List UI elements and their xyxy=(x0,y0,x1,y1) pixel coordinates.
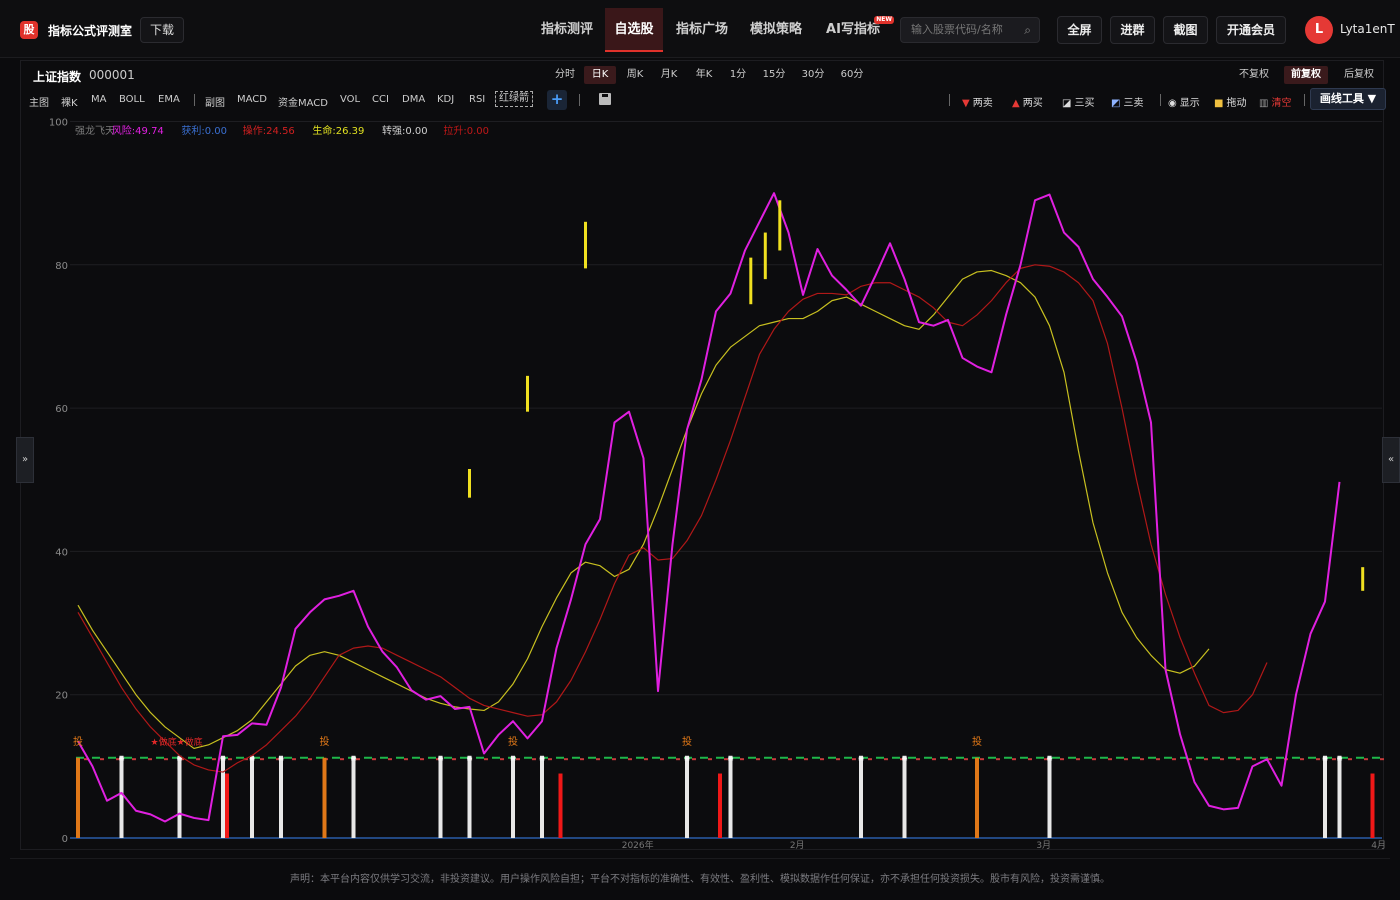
legend-item: 拉升:0.00 xyxy=(443,124,489,137)
signal-bar-label: ≡ xyxy=(437,754,444,763)
series-line-操作 xyxy=(77,264,1268,773)
signal-bar-red xyxy=(225,773,229,838)
annotation-bottom: ★做底★做底 xyxy=(151,736,203,748)
signal-bar-orange xyxy=(322,757,327,838)
signal-bar-white xyxy=(859,755,863,838)
signal-label-tou: 投 xyxy=(320,735,330,748)
signal-bar-red xyxy=(1370,773,1375,838)
signal-bar-label: ≡ xyxy=(118,754,125,763)
signal-bar-red xyxy=(718,773,722,838)
signal-bar-yellow xyxy=(749,257,753,305)
signal-bar-white xyxy=(351,755,356,838)
signal-bar-orange xyxy=(975,757,979,838)
signal-bar-label: ≡ xyxy=(727,754,734,763)
signal-bar-label: ≡ xyxy=(901,754,908,763)
signal-bar-white xyxy=(250,755,254,838)
signal-bar-yellow xyxy=(584,221,587,269)
signal-bar-label: ≡ xyxy=(510,754,517,763)
signal-bar-white xyxy=(221,755,225,838)
legend-item: 转强:0.00 xyxy=(382,124,428,137)
signal-bar-white xyxy=(728,755,733,838)
signal-bar-white xyxy=(1323,755,1327,838)
signal-bar-label: ≡ xyxy=(684,754,691,763)
signal-bar-white xyxy=(540,755,544,838)
y-tick-label: 100 xyxy=(49,118,68,129)
signal-bar-white xyxy=(467,755,472,838)
signal-bar-white xyxy=(685,755,689,838)
signal-label-tou: 投 xyxy=(682,735,692,748)
signal-bar-white xyxy=(1337,755,1342,838)
y-tick-label: 40 xyxy=(55,547,68,558)
y-tick-label: 80 xyxy=(55,261,68,272)
legend-item: 强龙飞天 xyxy=(75,124,115,137)
legend-item: 操作:24.56 xyxy=(243,124,295,137)
signal-bar-white xyxy=(438,755,443,838)
signal-label-tou: 投 xyxy=(73,735,83,748)
x-tick-label: 2月 xyxy=(790,840,805,851)
signal-label-tou: 投 xyxy=(508,735,518,748)
x-tick-label: 4月 xyxy=(1371,840,1386,851)
signal-bar-label: ≡ xyxy=(1336,754,1343,763)
y-tick-label: 0 xyxy=(62,834,68,845)
signal-bar-orange xyxy=(76,757,80,838)
signal-bar-white xyxy=(279,755,283,838)
series-line-风险 xyxy=(77,192,1341,823)
signal-bar-yellow xyxy=(763,232,767,280)
legend-item: 风险:49.74 xyxy=(112,124,164,137)
series-line-生命 xyxy=(77,269,1210,750)
signal-bar-label: ≡ xyxy=(539,754,546,763)
signal-bar-red xyxy=(558,773,563,838)
signal-bar-white xyxy=(1047,755,1052,838)
x-tick-label: 3月 xyxy=(1036,840,1051,851)
legend-item: 生命:26.39 xyxy=(312,124,364,137)
signal-bar-yellow xyxy=(1361,567,1365,591)
signal-bar-label: ≡ xyxy=(1322,754,1329,763)
disclaimer: 声明：本平台内容仅供学习交流，非投资建议。用户操作风险自担；平台不对指标的准确性… xyxy=(290,874,1110,885)
legend-item: 获利:0.00 xyxy=(181,125,227,137)
x-tick-label: 2026年 xyxy=(622,839,654,851)
signal-bar-label: ≡ xyxy=(278,754,285,763)
signal-bar-label: ≡ xyxy=(858,754,865,763)
signal-bar-label: ≡ xyxy=(350,754,357,763)
signal-bar-yellow xyxy=(778,200,782,251)
indicator-chart[interactable]: 0204060801002026年 2月 3月 4月 ≡ ≡ ≡ ≡ ≡ ≡ ≡ ≡ ≡ ≡ ≡ ≡ ≡ ≡ ≡ ≡… xyxy=(0,0,1400,900)
y-tick-label: 60 xyxy=(55,404,68,415)
y-tick-label: 20 xyxy=(55,691,68,702)
signal-label-tou: 投 xyxy=(972,735,982,748)
signal-bar-yellow xyxy=(526,375,529,412)
signal-bar-label: ≡ xyxy=(466,754,473,763)
footer-divider xyxy=(10,858,1390,859)
signal-bar-white xyxy=(511,755,515,838)
signal-bar-label: ≡ xyxy=(1046,754,1053,763)
signal-bar-yellow xyxy=(468,469,471,498)
signal-bar-white xyxy=(119,755,124,838)
signal-bar-white xyxy=(177,755,182,838)
signal-bar-white xyxy=(902,755,907,838)
